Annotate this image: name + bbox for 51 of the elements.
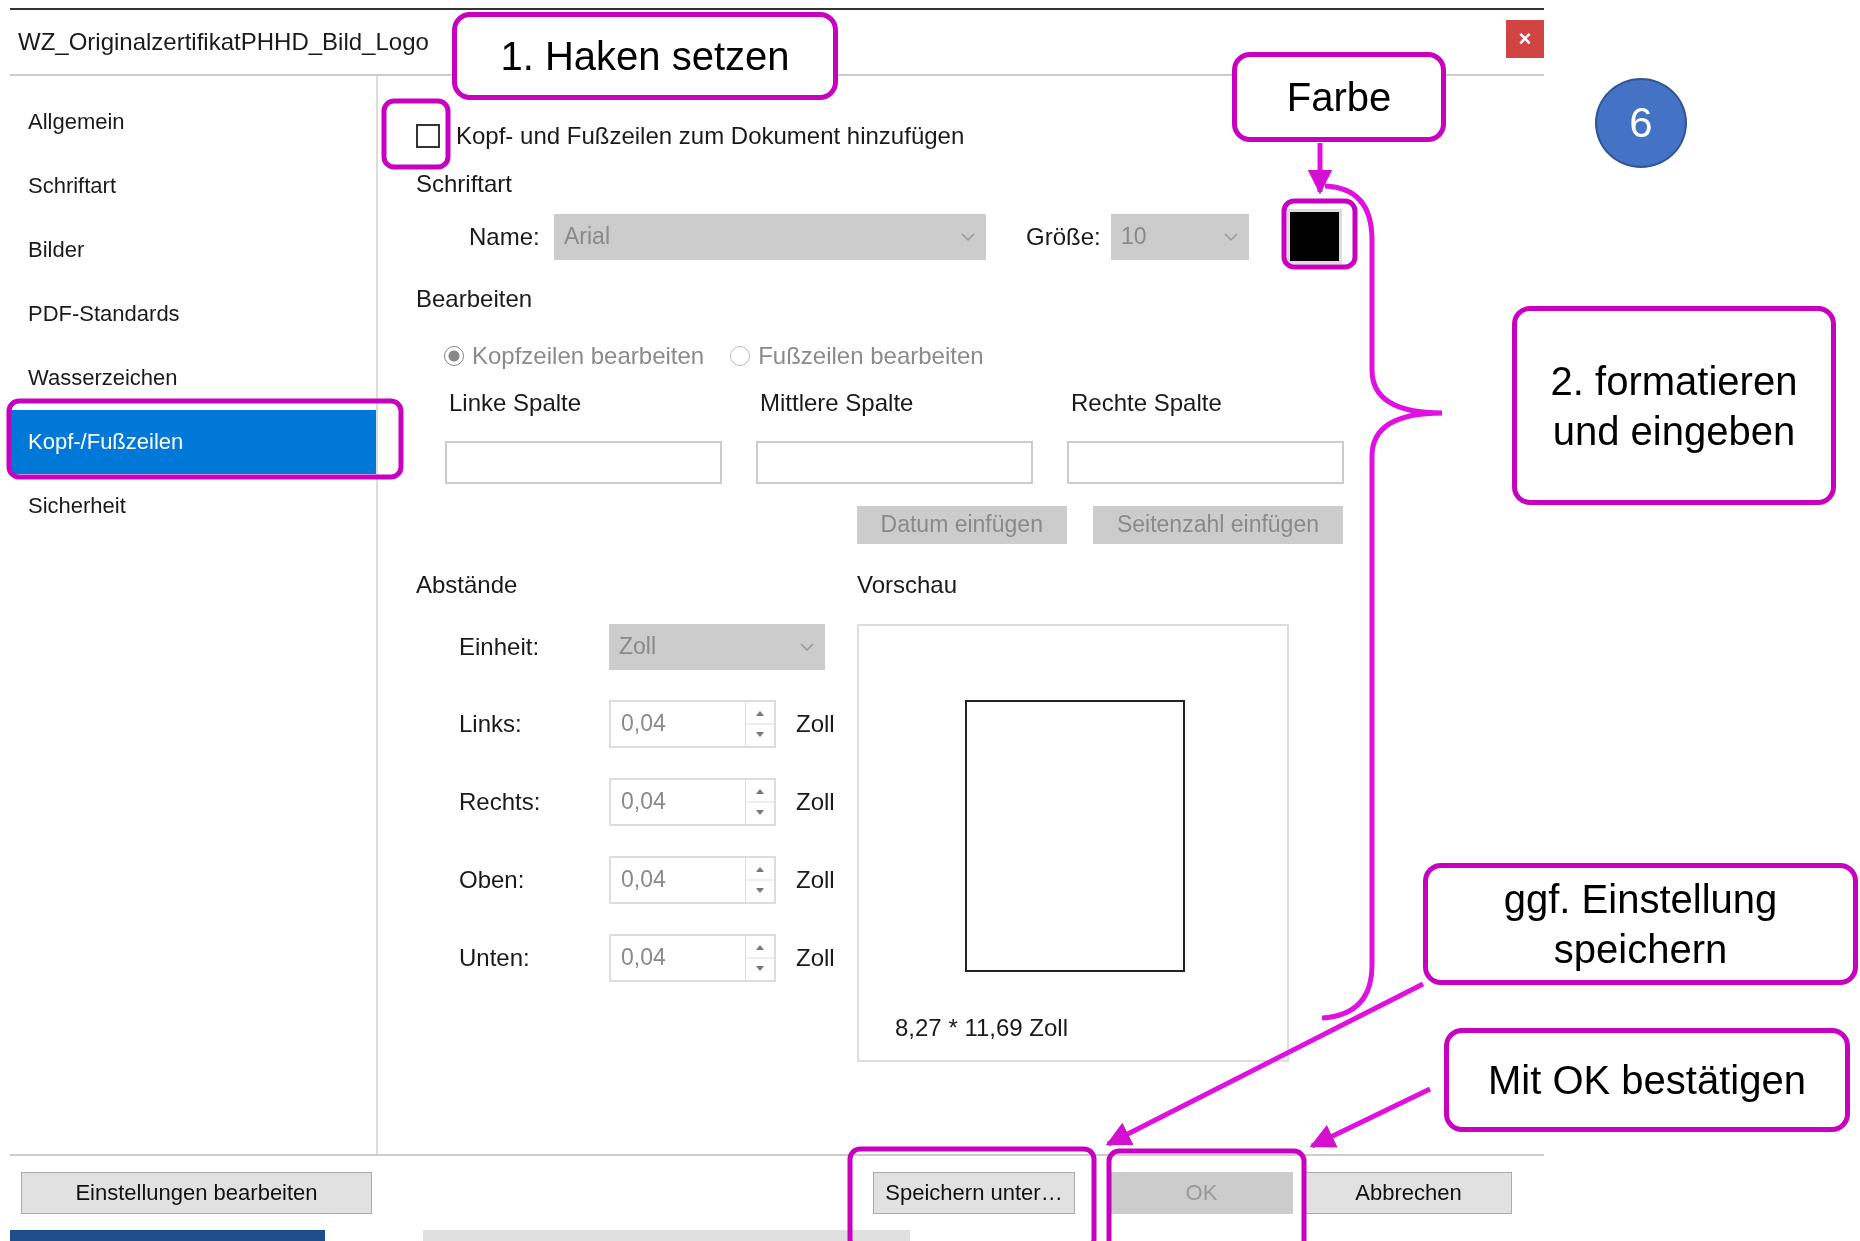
unit-label: Zoll bbox=[796, 787, 835, 816]
sidebar-item[interactable]: Allgemein bbox=[10, 99, 376, 144]
sidebar-item[interactable]: Wasserzeichen bbox=[10, 355, 376, 400]
unit-label: Zoll bbox=[796, 943, 835, 972]
field-label: Name: bbox=[469, 222, 541, 251]
section-heading: Vorschau bbox=[857, 569, 958, 600]
callout: Farbe bbox=[1232, 52, 1446, 142]
highlight-frame bbox=[381, 98, 451, 170]
callout: ggf. Einstellung speichern bbox=[1423, 863, 1858, 985]
spinner-arrows-icon bbox=[745, 857, 774, 902]
callout: 2. formatieren und eingeben bbox=[1512, 306, 1836, 505]
page-size-text: 8,27 * 11,69 Zoll bbox=[895, 1013, 1069, 1042]
sidebar-item[interactable]: PDF-Standards bbox=[10, 291, 376, 336]
dialog-button[interactable]: Einstellungen bearbeiten bbox=[21, 1172, 372, 1215]
sidebar-item[interactable]: Kopf-/Fußzeilen bbox=[10, 409, 376, 474]
spinner-arrows-icon bbox=[745, 935, 774, 980]
chevron-icon bbox=[1223, 231, 1239, 242]
sidebar-item[interactable]: Schriftart bbox=[10, 163, 376, 208]
unit-label: Zoll bbox=[796, 709, 835, 738]
callout: 1. Haken setzen bbox=[452, 12, 838, 100]
close-button[interactable]: × bbox=[1506, 19, 1544, 58]
callout: Mit OK bestätigen bbox=[1444, 1028, 1850, 1132]
chevron-icon bbox=[960, 231, 976, 242]
field-label: Links: bbox=[459, 709, 523, 738]
window-title: WZ_OriginalzertifikatPHHD_Bild_Logo bbox=[18, 27, 429, 56]
unit-label: Zoll bbox=[796, 865, 835, 894]
column-label: Linke Spalte bbox=[448, 388, 583, 417]
sidebar-item[interactable]: Sicherheit bbox=[10, 483, 376, 528]
column-label: Rechte Spalte bbox=[1070, 388, 1223, 417]
field-label: Rechts: bbox=[459, 787, 542, 816]
text-field[interactable] bbox=[1067, 440, 1344, 484]
spinner-arrows-icon bbox=[745, 779, 774, 824]
section-heading: Abstände bbox=[416, 569, 518, 600]
dialog-button[interactable]: Speichern unter… bbox=[873, 1172, 1075, 1215]
step-badge: 6 bbox=[1595, 78, 1687, 168]
checkbox-label: Kopf- und Fußzeilen zum Dokument hinzufügen bbox=[456, 121, 965, 150]
section-heading: Bearbeiten bbox=[416, 283, 533, 314]
sidebar-item[interactable]: Bilder bbox=[10, 227, 376, 272]
field-label: Oben: bbox=[459, 865, 526, 894]
field-label: Größe: bbox=[1026, 222, 1102, 251]
column-label: Mittlere Spalte bbox=[759, 388, 915, 417]
arrow bbox=[1307, 143, 1333, 195]
section-heading: Schriftart bbox=[416, 168, 513, 199]
text-field[interactable] bbox=[445, 440, 722, 484]
spinner-arrows-icon bbox=[745, 701, 774, 746]
chevron-icon bbox=[799, 641, 815, 652]
field-label: Einheit: bbox=[459, 632, 541, 661]
checkbox[interactable] bbox=[416, 123, 440, 148]
dialog-button[interactable]: Abbrechen bbox=[1305, 1172, 1512, 1215]
text-field[interactable] bbox=[756, 440, 1033, 484]
field-label: Unten: bbox=[459, 943, 531, 972]
